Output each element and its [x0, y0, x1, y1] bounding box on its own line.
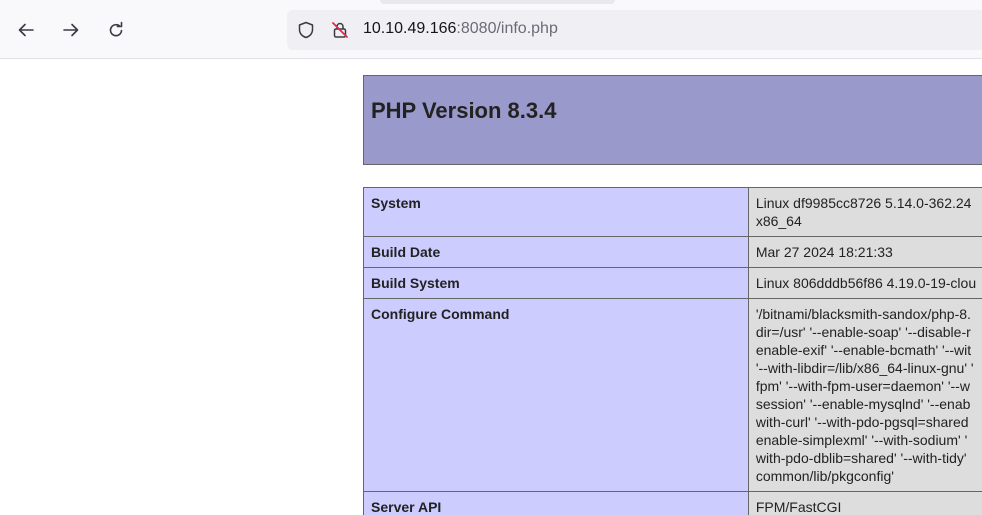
row-value: Linux 806dddb56f86 4.19.0-19-clou	[747, 267, 982, 299]
value-line: with-pdo-dblib=shared' '--with-tidy'	[755, 450, 967, 466]
address-bar[interactable]: 10.10.49.166:8080/info.php	[287, 10, 982, 50]
arrow-right-icon	[63, 23, 79, 37]
url-port-path: :8080/info.php	[456, 20, 558, 37]
forward-button[interactable]	[55, 14, 87, 46]
back-button[interactable]	[10, 14, 42, 46]
php-info-table-body: System Linux df9985cc8726 5.14.0-362.24 x8…	[363, 187, 982, 515]
row-value: '/bitnami/blacksmith-sandox/php-8. dir=/u…	[747, 298, 982, 492]
reload-button[interactable]	[100, 14, 132, 46]
php-version-header: PHP Version 8.3.4	[363, 75, 982, 165]
value-line: Linux df9985cc8726 5.14.0-362.24	[755, 195, 972, 211]
row-value: Linux df9985cc8726 5.14.0-362.24 x86_64	[747, 187, 982, 237]
arrow-left-icon	[18, 23, 34, 37]
value-line: FPM/FastCGI	[755, 499, 842, 515]
browser-toolbar: 10.10.49.166:8080/info.php	[0, 0, 982, 59]
value-line: dir=/usr' '--enable-soap' '--disable-r	[755, 324, 971, 340]
page-title: PHP Version 8.3.4	[371, 98, 557, 123]
active-tab-edge[interactable]	[380, 0, 615, 4]
row-key: Build System	[363, 267, 749, 299]
tracking-protection-shield-icon[interactable]	[297, 21, 315, 39]
value-line: session' '--enable-mysqlnd' '--enab	[755, 396, 971, 412]
row-value: Mar 27 2024 18:21:33	[747, 236, 982, 268]
row-key: Server API	[363, 491, 749, 515]
php-info-table: System Linux df9985cc8726 5.14.0-362.24 x8…	[363, 187, 982, 515]
value-line: '--with-libdir=/lib/x86_64-linux-gnu' '	[755, 360, 974, 376]
value-line: common/lib/pkgconfig'	[755, 468, 894, 484]
url-text[interactable]: 10.10.49.166:8080/info.php	[363, 20, 558, 38]
value-line: '/bitnami/blacksmith-sandox/php-8.	[755, 306, 971, 322]
insecure-lock-icon[interactable]	[331, 21, 349, 39]
table-row: Server API FPM/FastCGI	[363, 491, 982, 515]
table-row: Build System Linux 806dddb56f86 4.19.0-19…	[363, 267, 982, 299]
value-line: Mar 27 2024 18:21:33	[755, 244, 893, 260]
page-content: PHP Version 8.3.4 System Linux df9985cc87…	[0, 59, 982, 515]
value-line: enable-exif' '--enable-bcmath' '--wit	[755, 342, 972, 358]
value-line: fpm' '--with-fpm-user=daemon' '--w	[755, 378, 970, 394]
row-key: System	[363, 187, 749, 237]
row-key: Build Date	[363, 236, 749, 268]
table-row: System Linux df9985cc8726 5.14.0-362.24 x8…	[363, 187, 982, 237]
row-value: FPM/FastCGI	[747, 491, 982, 515]
reload-icon	[109, 21, 123, 37]
url-host: 10.10.49.166	[363, 20, 457, 37]
table-row: Build Date Mar 27 2024 18:21:33	[363, 236, 982, 268]
table-row: Configure Command '/bitnami/blacksmith-sa…	[363, 298, 982, 492]
value-line: with-curl' '--with-pdo-pgsql=shared	[755, 414, 969, 430]
row-key: Configure Command	[363, 298, 749, 492]
value-line: Linux 806dddb56f86 4.19.0-19-clou	[755, 275, 977, 291]
value-line: x86_64	[755, 213, 802, 229]
value-line: enable-simplexml' '--with-sodium' '	[755, 432, 968, 448]
